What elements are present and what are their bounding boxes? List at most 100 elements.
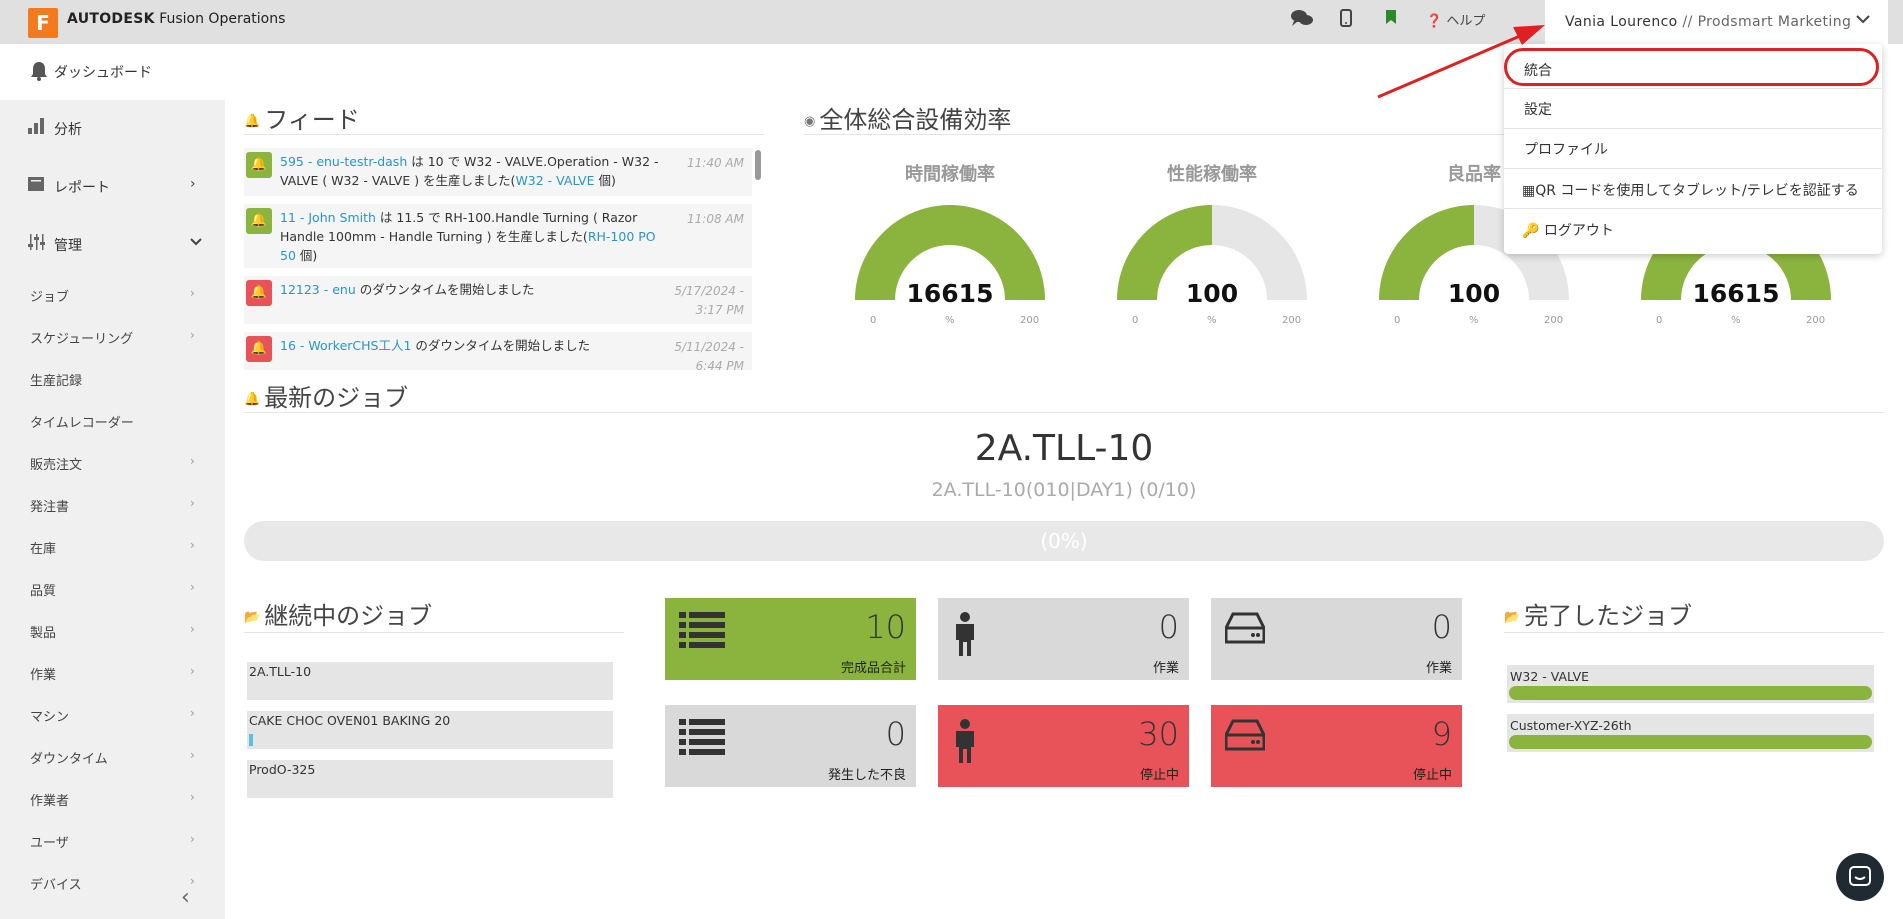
male-icon bbox=[952, 612, 978, 660]
tile-number: 10 bbox=[865, 608, 906, 646]
annotation-arrow bbox=[1377, 25, 1545, 99]
completed-jobs-title: 📂 完了したジョブ bbox=[1504, 596, 1692, 631]
chevron-right-icon: › bbox=[190, 454, 195, 468]
sidebar-item-sales-orders[interactable]: 販売注文 › bbox=[30, 454, 200, 473]
gauge-value: 100 bbox=[1185, 279, 1239, 308]
gauge-max: 200 bbox=[1282, 315, 1302, 326]
ongoing-job-item[interactable]: ProdO-325 bbox=[247, 760, 613, 798]
menu-item-qr-auth[interactable]: ▦QR コードを使用してタブレット/テレビを認証する bbox=[1522, 180, 1859, 200]
sidebar-item-scheduling[interactable]: スケジューリング › bbox=[30, 328, 200, 347]
book-icon bbox=[28, 176, 48, 196]
menu-item-logout[interactable]: 🔑 ログアウト bbox=[1522, 220, 1614, 240]
tile-workers-working[interactable]: 0 作業 bbox=[938, 598, 1189, 680]
sidebar-item-inventory[interactable]: 在庫 › bbox=[30, 538, 200, 557]
feed-worker-link[interactable]: 16 - WorkerCHS工人1 bbox=[280, 338, 411, 353]
bar-chart-icon bbox=[28, 118, 48, 138]
sidebar-item-jobs[interactable]: ジョブ › bbox=[30, 286, 200, 305]
feed-list[interactable]: 🔔 595 - enu-testr-dash は 10 で W32 - VALV… bbox=[244, 148, 764, 370]
feed-text: 16 - WorkerCHS工人1 のダウンタイムを開始しました bbox=[280, 336, 675, 355]
feed-message: のダウンタイムを開始しました bbox=[355, 282, 535, 297]
completed-job-item[interactable]: Customer-XYZ-26th bbox=[1507, 714, 1874, 752]
list-icon bbox=[679, 719, 725, 759]
bell-icon: 🔔 bbox=[246, 152, 272, 178]
brand-autodesk: AUTODESK bbox=[67, 11, 155, 27]
feed-message-tail: 個) bbox=[295, 248, 318, 263]
tile-total-finished[interactable]: 10 完成品合計 bbox=[665, 598, 916, 680]
chevron-right-icon: › bbox=[190, 748, 195, 762]
sidebar-item-production-records[interactable]: 生産記録 bbox=[30, 370, 200, 389]
feed-scrollbar[interactable] bbox=[755, 150, 761, 180]
chevron-right-icon: › bbox=[190, 580, 195, 594]
sidebar-item-reports[interactable]: レポート › bbox=[28, 176, 196, 197]
oee-title-text: 全体総合設備効率 bbox=[819, 106, 1012, 134]
progress-text: (0%) bbox=[1040, 529, 1088, 553]
ongoing-jobs-title-text: 継続中のジョブ bbox=[264, 602, 433, 630]
feed-worker-link[interactable]: 595 - enu-testr-dash bbox=[280, 154, 407, 169]
job-name: W32 - VALVE bbox=[1510, 669, 1590, 684]
latest-job-name[interactable]: 2A.TLL-10 bbox=[244, 428, 1884, 469]
sidebar-item-time-recorder[interactable]: タイムレコーダー bbox=[30, 412, 200, 431]
list-icon bbox=[679, 612, 725, 652]
sidebar-item-products[interactable]: 製品 › bbox=[30, 622, 200, 641]
feed-product-link[interactable]: W32 - VALVE bbox=[515, 173, 594, 188]
sidebar-item-manage[interactable]: 管理 bbox=[28, 234, 202, 255]
sidebar-item-label: タイムレコーダー bbox=[30, 416, 134, 431]
job-name: ProdO-325 bbox=[249, 762, 316, 777]
completed-job-item[interactable]: W32 - VALVE bbox=[1507, 665, 1874, 703]
sidebar-item-machines[interactable]: マシン › bbox=[30, 706, 200, 725]
gauge-value: 100 bbox=[1447, 279, 1501, 308]
bell-icon: 🔔 bbox=[246, 208, 272, 234]
feed-worker-link[interactable]: 12123 - enu bbox=[280, 282, 356, 297]
dashboard-label[interactable]: ダッシュボード bbox=[54, 62, 152, 82]
sidebar-item-purchase-orders[interactable]: 発注書 › bbox=[30, 496, 200, 515]
menu-item-profile[interactable]: プロファイル bbox=[1524, 139, 1608, 159]
gauge-max: 200 bbox=[1020, 315, 1040, 326]
tile-number: 0 bbox=[1431, 608, 1452, 646]
oee-title: ◉ 全体総合設備効率 bbox=[804, 100, 1011, 135]
user-menu-toggle[interactable]: Vania Lourenco // Prodsmart Marketing bbox=[1545, 0, 1888, 44]
sidebar-item-operations[interactable]: 作業 › bbox=[30, 664, 200, 683]
bell-icon: 🔔 bbox=[246, 280, 272, 306]
job-progress-bar bbox=[249, 734, 253, 746]
divider bbox=[244, 632, 624, 633]
sidebar-item-devices[interactable]: デバイス › bbox=[30, 874, 200, 893]
latest-job-subtitle: 2A.TLL-10(010|DAY1) (0/10) bbox=[931, 479, 1197, 501]
chevron-right-icon: › bbox=[190, 286, 195, 300]
gauge-title: 性能稼働率 bbox=[1167, 164, 1257, 185]
ongoing-jobs-title: 📂 継続中のジョブ bbox=[244, 596, 432, 631]
ongoing-job-item[interactable]: 2A.TLL-10 bbox=[247, 662, 613, 700]
gauge-unit: % bbox=[1469, 315, 1479, 326]
feed-worker-link[interactable]: 11 - John Smith bbox=[280, 210, 376, 225]
mobile-icon[interactable] bbox=[1340, 9, 1352, 32]
chevron-right-icon: › bbox=[190, 790, 195, 804]
tile-machines-stopped[interactable]: 9 停止中 bbox=[1211, 705, 1462, 787]
dashboard-icon: ◉ bbox=[804, 113, 816, 129]
user-name: Vania Lourenco bbox=[1565, 14, 1678, 30]
sidebar-item-users[interactable]: ユーザ › bbox=[30, 832, 200, 851]
folder-icon: 📂 bbox=[1504, 609, 1521, 625]
sidebar-item-analytics[interactable]: 分析 bbox=[28, 118, 82, 139]
hdd-icon bbox=[1224, 612, 1266, 648]
sidebar-item-workers[interactable]: 作業者 › bbox=[30, 790, 200, 809]
gauge-min: 0 bbox=[1132, 315, 1139, 326]
feed-item: 🔔 595 - enu-testr-dash は 10 で W32 - VALV… bbox=[244, 148, 752, 196]
tile-defects[interactable]: 0 発生した不良 bbox=[665, 705, 916, 787]
tile-workers-stopped[interactable]: 30 停止中 bbox=[938, 705, 1189, 787]
org-name: // Prodsmart Marketing bbox=[1677, 14, 1852, 30]
collapse-sidebar-icon[interactable]: ‹ bbox=[181, 885, 190, 910]
fusion-logo[interactable]: F bbox=[28, 8, 58, 38]
chat-icon bbox=[1849, 866, 1871, 886]
bell-icon: 🔔 bbox=[246, 336, 272, 362]
feed-item: 🔔 12123 - enu のダウンタイムを開始しました 5/17/2024 -… bbox=[244, 276, 752, 324]
comments-icon[interactable] bbox=[1291, 9, 1313, 32]
brand-name[interactable]: AUTODESK Fusion Operations bbox=[67, 11, 285, 27]
tile-label: 作業 bbox=[1425, 661, 1452, 676]
sidebar-item-quality[interactable]: 品質 › bbox=[30, 580, 200, 599]
feed-message-tail: 個) bbox=[594, 173, 616, 188]
tile-machines-working[interactable]: 0 作業 bbox=[1211, 598, 1462, 680]
gauge-title: 時間稼働率 bbox=[905, 164, 995, 185]
sidebar-item-downtime[interactable]: ダウンタイム › bbox=[30, 748, 200, 767]
gauge-unit: % bbox=[945, 315, 955, 326]
ongoing-job-item[interactable]: CAKE CHOC OVEN01 BAKING 20 bbox=[247, 711, 613, 749]
chat-launcher-button[interactable] bbox=[1836, 853, 1884, 901]
